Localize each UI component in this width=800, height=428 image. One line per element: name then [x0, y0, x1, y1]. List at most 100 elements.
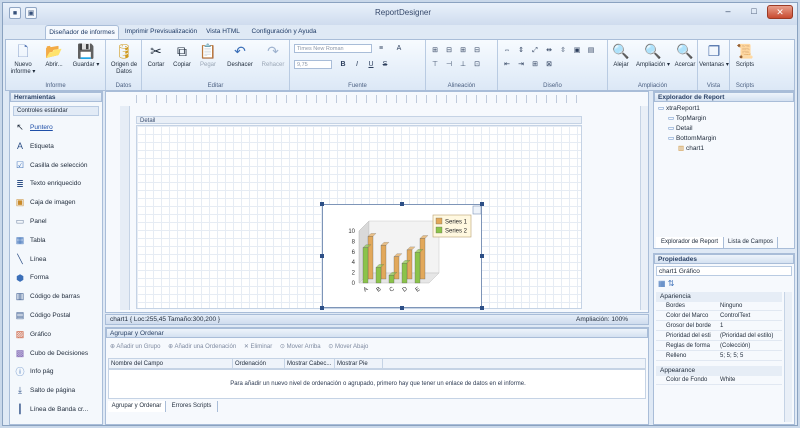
detail-band-header[interactable]: Detail — [136, 116, 582, 124]
toolbox-item[interactable]: ▤ Código Postal — [14, 308, 100, 324]
strikethrough-button[interactable]: S — [380, 60, 390, 69]
align-justify-icon[interactable]: ⊟ — [472, 46, 482, 55]
copy-button[interactable]: ⧉ Copiar — [170, 42, 194, 69]
font-family-combo[interactable]: Times New Roman — [294, 44, 372, 53]
tab-disenador[interactable]: Diseñador de informes — [45, 25, 119, 39]
align-right-icon[interactable]: ⊞ — [458, 46, 468, 55]
tab-explorador[interactable]: Explorador de Report — [656, 237, 724, 248]
resize-handle-w[interactable] — [320, 254, 324, 258]
toolbox-item[interactable]: ↖ Puntero — [14, 120, 100, 136]
save-icon[interactable]: ▣ — [25, 7, 37, 19]
toolbox-item[interactable]: A Etiqueta — [14, 139, 100, 155]
undo-button[interactable]: ↶ Deshacer — [224, 42, 256, 69]
redo-button[interactable]: ↷ Rehacer — [258, 42, 288, 69]
same-height-icon[interactable]: ⇕ — [516, 46, 526, 55]
zoom-in-button[interactable]: 🔍 Acercar — [672, 42, 698, 69]
tab-vista-html[interactable]: Vista HTML — [201, 25, 245, 39]
app-menu-icon[interactable]: ■ — [9, 7, 21, 19]
paragraph-align-icon[interactable]: ≡ — [376, 44, 386, 53]
toolbox-item[interactable]: ☑ Casilla de selección — [14, 158, 100, 174]
zoom-out-button[interactable]: 🔍 Alejar — [610, 42, 632, 69]
toolbox-item[interactable]: ⤓ Salto de página — [14, 383, 100, 399]
property-row[interactable]: Reglas de forma (Colección) — [656, 342, 782, 351]
windows-button[interactable]: ❐ Ventanas ▾ — [699, 42, 729, 69]
align-middle-icon[interactable]: ⊣ — [444, 60, 454, 69]
paste-button[interactable]: 📋 Pegar — [196, 42, 220, 69]
alphabetical-icon[interactable]: ⇅ — [668, 279, 675, 288]
underline-button[interactable]: U — [366, 60, 376, 69]
font-size-combo[interactable]: 9,75 — [294, 60, 332, 69]
add-group-button[interactable]: Añadir un Grupo — [116, 344, 160, 350]
same-size-icon[interactable]: ⤢ — [530, 46, 540, 55]
resize-handle-ne[interactable] — [480, 202, 484, 206]
resize-handle-n[interactable] — [400, 202, 404, 206]
toolbox-item[interactable]: ▩ Cubo de Decisiones — [14, 346, 100, 362]
toolbox-section[interactable]: Controles estándar — [13, 106, 99, 116]
maximize-button[interactable]: □ — [741, 5, 767, 19]
tab-errores[interactable]: Errores Scripts — [166, 401, 218, 412]
property-row[interactable]: Color del Marco ControlText — [656, 312, 782, 321]
center-v-icon[interactable]: ⇥ — [516, 60, 526, 69]
properties-category-appearance[interactable]: Appearance — [656, 366, 782, 376]
explorer-tree-item[interactable]: ▭ TopMargin — [668, 114, 706, 123]
zoom-button[interactable]: 🔍 Ampliación ▾ — [634, 42, 672, 69]
move-down-button[interactable]: Mover Abajo — [335, 344, 368, 350]
resize-handle-s[interactable] — [400, 306, 404, 310]
resize-handle-se[interactable] — [480, 306, 484, 310]
explorer-tree-item[interactable]: ▥ chart1 — [678, 144, 704, 153]
new-report-button[interactable]: 🗋 Nuevo informe ▾ — [8, 42, 38, 76]
send-back-icon[interactable]: ▤ — [586, 46, 596, 55]
bold-button[interactable]: B — [338, 60, 348, 69]
datasource-button[interactable]: 🛢 Origen de Datos — [108, 42, 140, 76]
chart-control[interactable]: 10 8 6 4 2 0 A B C D E Series 1 Series 2 — [322, 204, 482, 308]
save-button[interactable]: 💾 Guardar ▾ — [70, 42, 102, 69]
resize-handle-sw[interactable] — [320, 306, 324, 310]
properties-scrollbar[interactable] — [784, 292, 792, 422]
toolbox-item[interactable]: ▦ Tabla — [14, 233, 100, 249]
align-left-icon[interactable]: ⊞ — [430, 46, 440, 55]
property-row[interactable]: Color de Fondo White — [656, 376, 782, 385]
properties-category-apariencia[interactable]: Apariencia — [656, 292, 782, 302]
delete-button[interactable]: Eliminar — [251, 344, 273, 350]
toolbox-item[interactable]: ≣ Texto enriquecido — [14, 176, 100, 192]
align-bottom-icon[interactable]: ⊥ — [458, 60, 468, 69]
properties-object-select[interactable]: chart1 Gráfico — [656, 266, 792, 276]
explorer-tree-item[interactable]: ▭ Detail — [668, 124, 693, 133]
property-row[interactable]: Bordes Ninguno — [656, 302, 782, 311]
toolbox-item[interactable]: ▣ Caja de imagen — [14, 195, 100, 211]
col-order[interactable]: Ordenación — [233, 359, 285, 369]
design-scrollbar[interactable] — [640, 106, 648, 310]
lock-icon[interactable]: ⊠ — [544, 60, 554, 69]
toolbox-item[interactable]: ▨ Gráfico — [14, 327, 100, 343]
property-row[interactable]: Prioridad del esti (Prioridad del estilo) — [656, 332, 782, 341]
tab-lista-campos[interactable]: Lista de Campos — [724, 237, 778, 248]
property-row[interactable]: Relleno 5; 5; 5; 5 — [656, 352, 782, 361]
col-field-name[interactable]: Nombre del Campo — [109, 359, 233, 369]
center-h-icon[interactable]: ⇤ — [502, 60, 512, 69]
add-sort-button[interactable]: Añadir una Ordenación — [174, 344, 236, 350]
snap-grid-icon[interactable]: ⊞ — [530, 60, 540, 69]
toolbox-item[interactable]: ⓘ Info pág — [14, 364, 100, 380]
italic-button[interactable]: I — [352, 60, 362, 69]
tab-imprimir[interactable]: Imprimir Previsualización — [123, 25, 199, 39]
align-center-icon[interactable]: ⊟ — [444, 46, 454, 55]
tab-configuracion[interactable]: Configuración y Ayuda — [247, 25, 321, 39]
explorer-tree-item[interactable]: ▭ xtraReport1 — [658, 104, 700, 113]
resize-handle-e[interactable] — [480, 254, 484, 258]
toolbox-item[interactable]: ▥ Código de barras — [14, 289, 100, 305]
v-spacing-icon[interactable]: ⇳ — [558, 46, 568, 55]
resize-handle-nw[interactable] — [320, 202, 324, 206]
col-show-footer[interactable]: Mostrar Pie — [335, 359, 383, 369]
align-grid-icon[interactable]: ⊡ — [472, 60, 482, 69]
property-row[interactable]: Grosor del borde 1 — [656, 322, 782, 331]
same-width-icon[interactable]: ⇔ — [502, 46, 512, 55]
h-spacing-icon[interactable]: ⇹ — [544, 46, 554, 55]
cut-button[interactable]: ✂ Cortar — [144, 42, 168, 69]
font-color-icon[interactable]: A — [394, 44, 404, 53]
toolbox-item[interactable]: ⬢ Forma — [14, 270, 100, 286]
open-button[interactable]: 📂 Abrir... — [40, 42, 68, 69]
scripts-button[interactable]: 📜 Scripts — [731, 42, 759, 69]
align-top-icon[interactable]: ⊤ — [430, 60, 440, 69]
bring-front-icon[interactable]: ▣ — [572, 46, 582, 55]
tab-agrupar[interactable]: Agrupar y Ordenar — [108, 401, 166, 412]
